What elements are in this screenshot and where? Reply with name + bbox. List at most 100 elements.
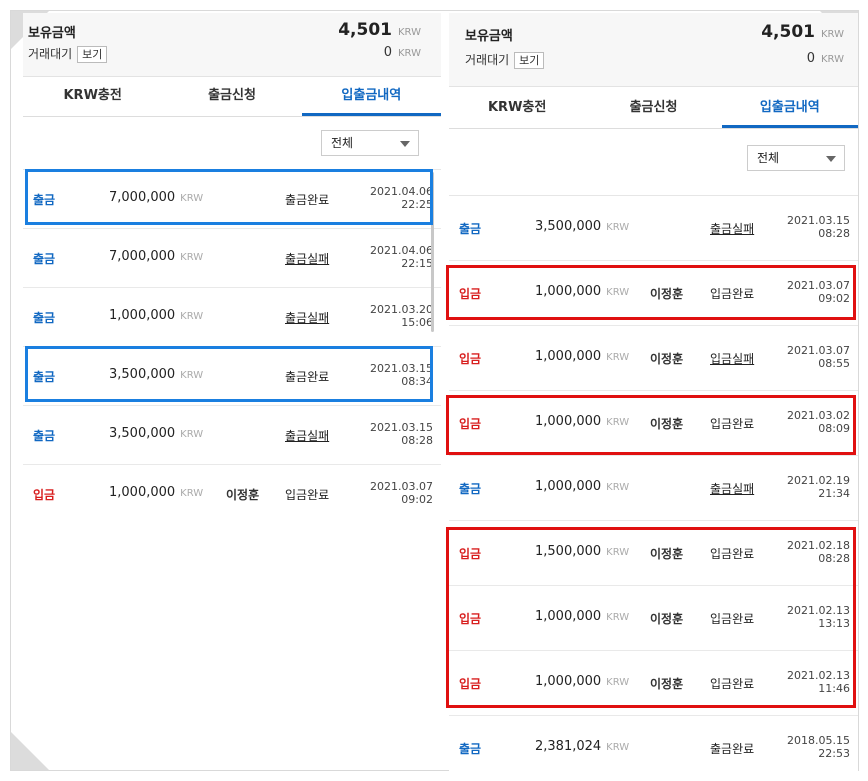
wallet-tabs: KRW충전 출금신청 입출금내역 [23,77,441,117]
transaction-row[interactable]: 입금 1,000,000 KRW 이정훈 입금완료 2021.02.13 11:46 [449,651,858,716]
currency-unit: KRW [180,370,204,381]
transaction-row[interactable]: 출금 3,500,000 KRW 출금실패 2021.03.15 08:28 [23,406,441,465]
transaction-row[interactable]: 출금 2,381,024 KRW 출금완료 2018.05.15 22:53 [449,716,858,773]
corner-fold-decoration [11,732,49,770]
view-pending-button[interactable]: 보기 [77,46,108,63]
currency-unit: KRW [180,488,204,499]
transaction-row[interactable]: 입금 1,000,000 KRW 이정훈 입금실패 2021.03.07 08:55 [449,326,858,391]
depositor-name: 이정훈 [650,677,684,691]
transaction-list: 출금 7,000,000 KRW 출금완료 2021.04.06 22:25 출금 7,000… [23,169,441,521]
transaction-row[interactable]: 출금 1,000,000 KRW 출금실패 2021.02.19 21:34 [449,456,858,521]
chevron-down-icon [400,141,410,147]
transaction-status[interactable]: 출금실패 [710,480,754,497]
transaction-row[interactable]: 입금 1,000,000 KRW 이정훈 입금완료 2021.03.07 09:02 [449,261,858,326]
transaction-datetime: 2021.03.15 08:28 [370,421,433,447]
currency-unit: KRW [821,29,844,40]
chevron-down-icon [826,156,836,162]
transaction-row[interactable]: 입금 1,000,000 KRW 이정훈 입금완료 2021.03.02 08:09 [449,391,858,456]
transaction-amount: 3,500,000 KRW [535,219,630,234]
depositor-name: 이정훈 [650,352,684,366]
wallet-tabs: KRW충전 출금신청 입출금내역 [449,87,858,129]
transaction-status: 출금완료 [710,742,755,756]
transaction-amount: 1,000,000 KRW [535,284,630,299]
transaction-datetime: 2021.03.07 09:02 [370,480,433,506]
tab-withdraw-request[interactable]: 출금신청 [585,87,721,128]
transaction-amount: 1,000,000 KRW [535,479,630,494]
transaction-status[interactable]: 출금실패 [285,427,329,444]
pending-label: 거래대기 보기 [465,51,545,69]
transaction-type: 출금 [459,742,482,756]
transaction-row[interactable]: 입금 1,000,000 KRW 이정훈 입금완료 2021.02.13 13:13 [449,586,858,651]
transaction-type: 출금 [33,193,56,207]
transaction-type: 출금 [33,252,56,266]
tab-transaction-history[interactable]: 입출금내역 [721,87,858,128]
transaction-status: 입금완료 [710,612,755,626]
currency-unit: KRW [606,612,630,623]
transaction-amount: 1,000,000 KRW [109,485,204,500]
transaction-amount: 1,500,000 KRW [535,544,630,559]
transaction-type: 입금 [459,547,482,561]
transaction-status[interactable]: 출금실패 [710,220,754,237]
currency-unit: KRW [180,311,204,322]
currency-unit: KRW [180,252,204,263]
transaction-datetime: 2021.03.15 08:28 [787,214,850,240]
depositor-name: 이정훈 [650,417,684,431]
depositor-name: 이정훈 [650,547,684,561]
transaction-row[interactable]: 출금 3,500,000 KRW 출금완료 2021.03.15 08:34 [23,347,441,406]
balance-summary: 보유금액 4,501 KRW 거래대기 보기 0 KRW [23,13,441,77]
tab-krw-deposit[interactable]: KRW충전 [449,87,585,128]
transaction-datetime: 2018.05.15 22:53 [787,734,850,760]
transaction-datetime: 2021.04.06 22:15 [370,244,433,270]
tab-krw-deposit[interactable]: KRW충전 [23,77,162,116]
view-pending-button[interactable]: 보기 [514,52,545,69]
transaction-row[interactable]: 출금 7,000,000 KRW 출금실패 2021.04.06 22:15 [23,229,441,288]
filter-select[interactable]: 전체 [321,130,419,156]
transaction-row[interactable]: 출금 3,500,000 KRW 출금실패 2021.03.15 08:28 [449,196,858,261]
transaction-amount: 1,000,000 KRW [535,414,630,429]
transaction-status: 입금완료 [710,547,755,561]
currency-unit: KRW [606,677,630,688]
transaction-status: 출금완료 [285,370,330,384]
transaction-datetime: 2021.03.15 08:34 [370,362,433,388]
pending-amount: 0 KRW [806,51,844,66]
transaction-row[interactable]: 출금 7,000,000 KRW 출금완료 2021.04.06 22:25 [23,170,441,229]
balance-amount: 4,501 KRW [761,22,844,42]
transaction-row[interactable]: 출금 1,000,000 KRW 출금실패 2021.03.20 15:06 [23,288,441,347]
transaction-status[interactable]: 출금실패 [285,309,329,326]
transaction-datetime: 2021.03.20 15:06 [370,303,433,329]
currency-unit: KRW [606,417,630,428]
transaction-type: 입금 [459,287,482,301]
transaction-amount: 7,000,000 KRW [109,249,204,264]
transaction-amount: 1,000,000 KRW [535,609,630,624]
transaction-amount: 1,000,000 KRW [535,349,630,364]
transaction-status: 입금완료 [285,488,330,502]
transaction-row[interactable]: 입금 1,500,000 KRW 이정훈 입금완료 2021.02.18 08:28 [449,521,858,586]
transaction-status: 출금완료 [285,193,330,207]
filter-select[interactable]: 전체 [747,145,845,171]
transaction-list: 출금 3,500,000 KRW 출금실패 2021.03.15 08:28 입금 1,000… [449,195,858,773]
transaction-status[interactable]: 입금실패 [710,350,754,367]
transaction-amount: 2,381,024 KRW [535,739,630,754]
currency-unit: KRW [606,742,630,753]
left-wallet-panel: 보유금액 4,501 KRW 거래대기 보기 0 KRW KRW충전 출금신청 입출금… [23,13,441,521]
transaction-status[interactable]: 출금실패 [285,250,329,267]
currency-unit: KRW [606,287,630,298]
scrollbar[interactable] [431,172,434,332]
currency-unit: KRW [821,54,844,65]
currency-unit: KRW [180,429,204,440]
transaction-type: 입금 [459,352,482,366]
transaction-type: 입금 [459,417,482,431]
transaction-row[interactable]: 입금 1,000,000 KRW 이정훈 입금완료 2021.03.07 09:02 [23,465,441,521]
tab-transaction-history[interactable]: 입출금내역 [301,77,441,116]
currency-unit: KRW [398,48,421,59]
depositor-name: 이정훈 [650,612,684,626]
transaction-type: 출금 [459,482,482,496]
transaction-datetime: 2021.03.07 08:55 [787,344,850,370]
transaction-amount: 3,500,000 KRW [109,367,204,382]
right-wallet-panel: 보유금액 4,501 KRW 거래대기 보기 0 KRW KRW충전 출금신청 입출금… [449,13,858,773]
tab-withdraw-request[interactable]: 출금신청 [162,77,301,116]
transaction-type: 입금 [33,488,56,502]
transaction-datetime: 2021.04.06 22:25 [370,185,433,211]
transaction-amount: 1,000,000 KRW [535,674,630,689]
transaction-datetime: 2021.02.13 11:46 [787,669,850,695]
